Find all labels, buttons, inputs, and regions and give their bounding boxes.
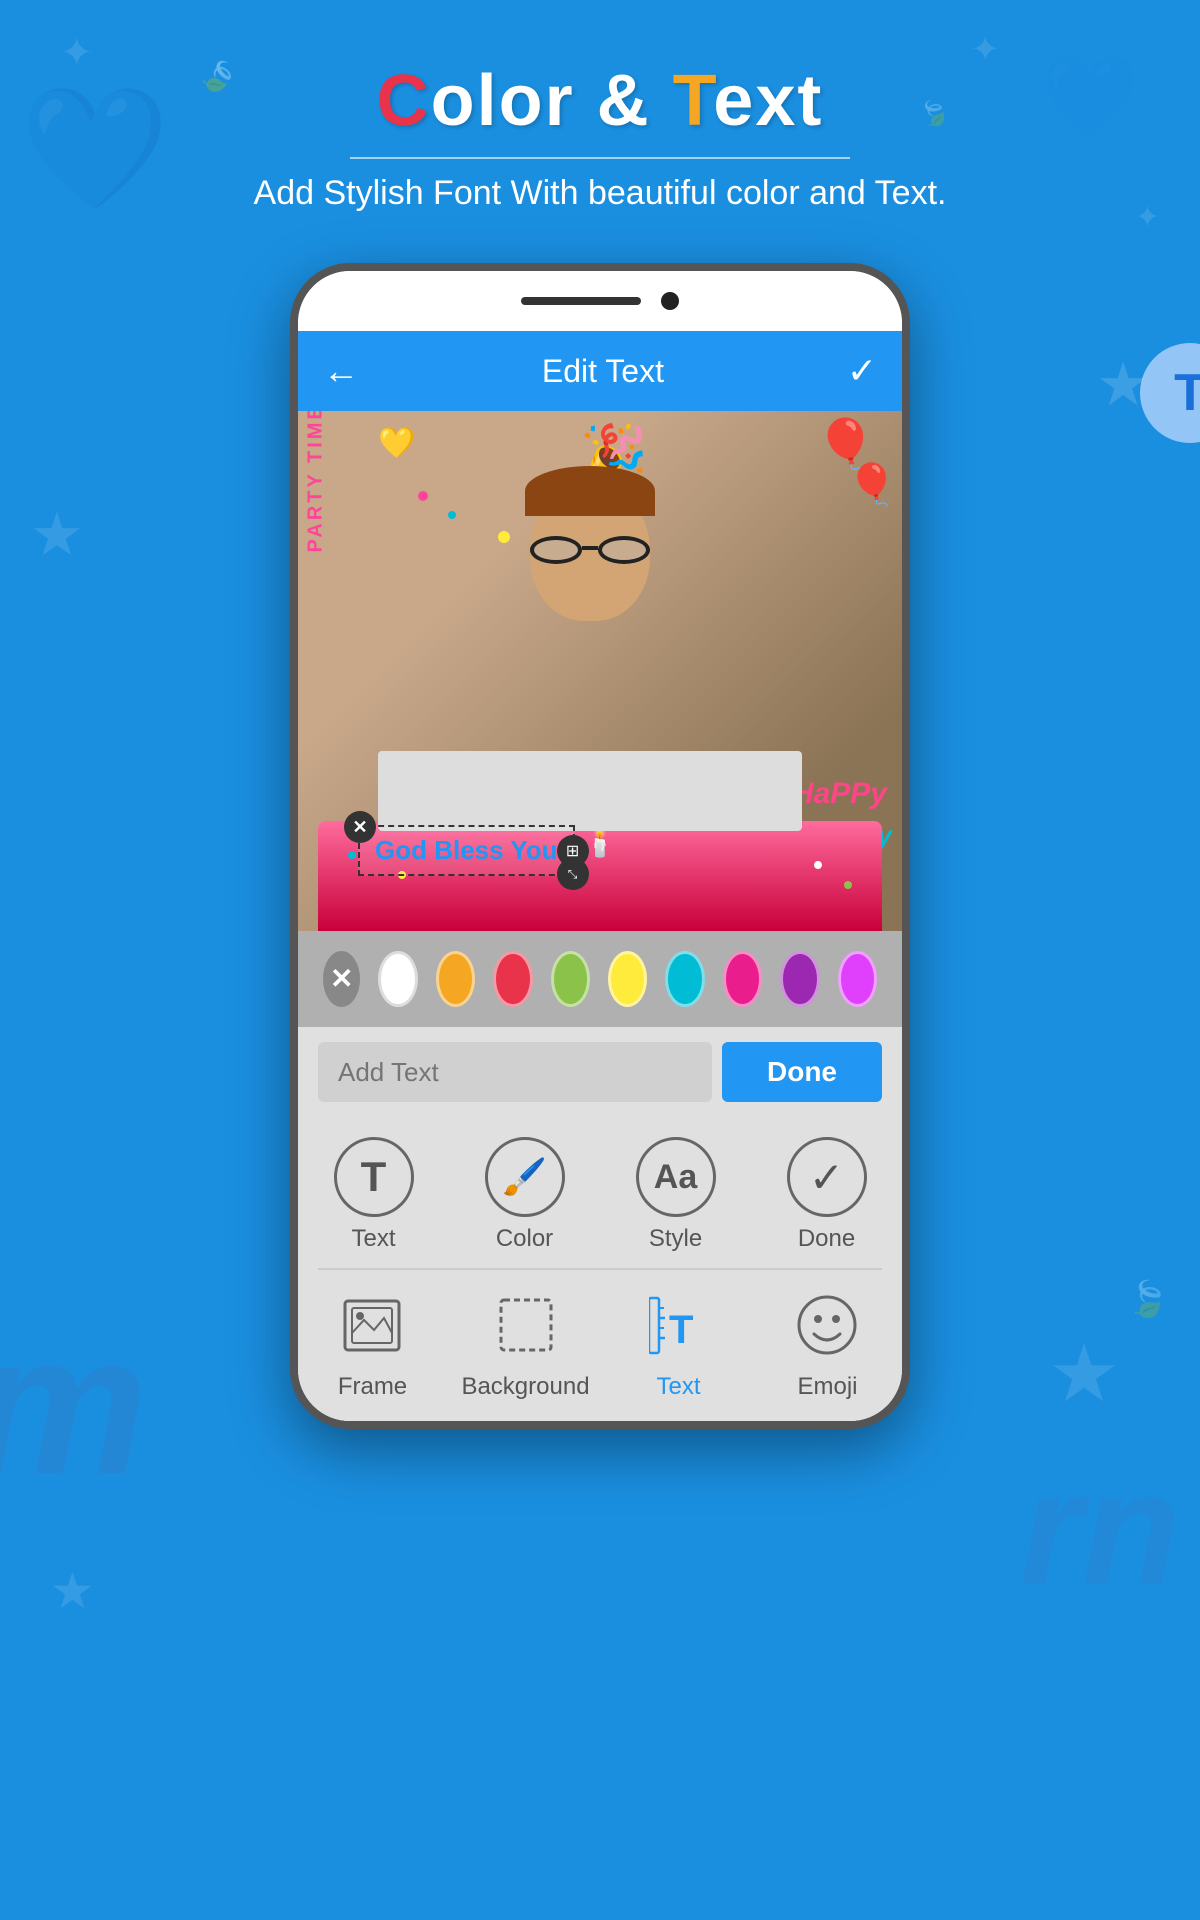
title-divider xyxy=(350,157,850,159)
check-button[interactable]: ✓ xyxy=(847,350,877,392)
screen-title: Edit Text xyxy=(542,353,664,390)
color-remove-button[interactable]: ✕ xyxy=(323,951,360,1007)
toolbar-row-1: T Text 🖌️ Color xyxy=(298,1127,902,1263)
balloon-sticker-2: 🎈 xyxy=(847,461,897,508)
text-tool-icon-circle: T xyxy=(334,1137,414,1217)
style-tool-icon-circle: Aa xyxy=(636,1137,716,1217)
happy-text: HaPPy xyxy=(792,777,887,811)
toolbar-item-color[interactable]: 🖌️ Color xyxy=(465,1137,585,1253)
color-yellow[interactable] xyxy=(608,951,647,1007)
emoji-icon xyxy=(796,1294,858,1356)
add-text-input[interactable] xyxy=(318,1042,712,1102)
done-button[interactable]: Done xyxy=(722,1042,882,1102)
phone-mockup: ← Edit Text ✓ 🎉 🎈 🎈 PARTY TIME 💛 xyxy=(290,263,910,1429)
party-time-sticker: PARTY TIME xyxy=(305,411,328,553)
glasses xyxy=(530,536,650,564)
toolbar-divider xyxy=(318,1268,882,1270)
app-subtitle: Add Stylish Font With beautiful color an… xyxy=(20,174,1180,213)
color-cyan[interactable] xyxy=(665,951,704,1007)
toolbar-item-text[interactable]: T Text xyxy=(314,1137,434,1253)
done-tool-label: Done xyxy=(798,1225,855,1253)
phone-speaker xyxy=(521,297,641,305)
toolbar-item-emoji[interactable]: Emoji xyxy=(767,1285,887,1401)
done-tool-icon: ✓ xyxy=(809,1153,844,1202)
app-title: Color & Text xyxy=(20,60,1180,142)
phone-notch xyxy=(298,271,902,331)
photo-editing-area[interactable]: 🎉 🎈 🎈 PARTY TIME 💛 HaPPy BiRtHday xyxy=(298,411,902,931)
svg-text:T: T xyxy=(669,1308,693,1352)
boy-photo xyxy=(378,441,802,831)
toolbar-item-background[interactable]: Background xyxy=(461,1285,589,1401)
frame-tool-label: Frame xyxy=(338,1373,407,1401)
add-text-row: Done xyxy=(298,1027,902,1117)
frame-icon xyxy=(342,1298,402,1353)
toolbar-item-done[interactable]: ✓ Done xyxy=(767,1137,887,1253)
toolbar-item-text2[interactable]: T Text xyxy=(619,1285,739,1401)
text-tool-label: Text xyxy=(351,1225,395,1253)
color-picker-row: ✕ xyxy=(298,931,902,1027)
style-tool-icon: Aa xyxy=(654,1158,697,1197)
text2-tool-label: Text xyxy=(657,1373,701,1401)
color-magenta[interactable] xyxy=(838,951,877,1007)
toolbar-row-2: Frame Background xyxy=(298,1275,902,1411)
text-tool-icon: T xyxy=(361,1153,387,1201)
color-tool-icon: 🖌️ xyxy=(502,1156,547,1198)
background-tool-label: Background xyxy=(461,1373,589,1401)
edit-text-header: ← Edit Text ✓ xyxy=(298,331,902,411)
selected-text: God Bless You xyxy=(375,835,558,866)
toolbar-item-style[interactable]: Aa Style xyxy=(616,1137,736,1253)
phone-container: T ← Edit Text ✓ 🎉 🎈 🎈 xyxy=(0,263,1200,1429)
color-red[interactable] xyxy=(493,951,532,1007)
phone-camera xyxy=(661,292,679,310)
t-icon-bubble: T xyxy=(1140,343,1200,443)
title-c-letter: C xyxy=(377,61,431,141)
app-screen: ← Edit Text ✓ 🎉 🎈 🎈 PARTY TIME 💛 xyxy=(298,331,902,1421)
back-button[interactable]: ← xyxy=(323,350,359,392)
color-tool-label: Color xyxy=(496,1225,553,1253)
color-green[interactable] xyxy=(551,951,590,1007)
done-tool-icon-circle: ✓ xyxy=(787,1137,867,1217)
background-icon xyxy=(496,1295,556,1355)
app-header: Color & Text Add Stylish Font With beaut… xyxy=(0,0,1200,233)
bottom-toolbar: T Text 🖌️ Color xyxy=(298,1117,902,1421)
color-white[interactable] xyxy=(378,951,417,1007)
text-selection-box[interactable]: ✕ ⊞ ⤡ God Bless You xyxy=(358,825,575,876)
phone-side-button xyxy=(904,471,910,551)
style-tool-label: Style xyxy=(649,1225,702,1253)
corner-handle[interactable]: ⤡ xyxy=(557,858,589,890)
text-ruler-icon: T xyxy=(649,1293,709,1358)
emoji-tool-label: Emoji xyxy=(797,1373,857,1401)
color-pink[interactable] xyxy=(723,951,762,1007)
color-orange[interactable] xyxy=(436,951,475,1007)
photo-background: 🎉 🎈 🎈 PARTY TIME 💛 HaPPy BiRtHday xyxy=(298,411,902,931)
color-tool-icon-circle: 🖌️ xyxy=(485,1137,565,1217)
title-t-letter: T xyxy=(673,61,714,141)
delete-handle[interactable]: ✕ xyxy=(344,811,376,843)
toolbar-item-frame[interactable]: Frame xyxy=(312,1285,432,1401)
color-purple[interactable] xyxy=(780,951,819,1007)
